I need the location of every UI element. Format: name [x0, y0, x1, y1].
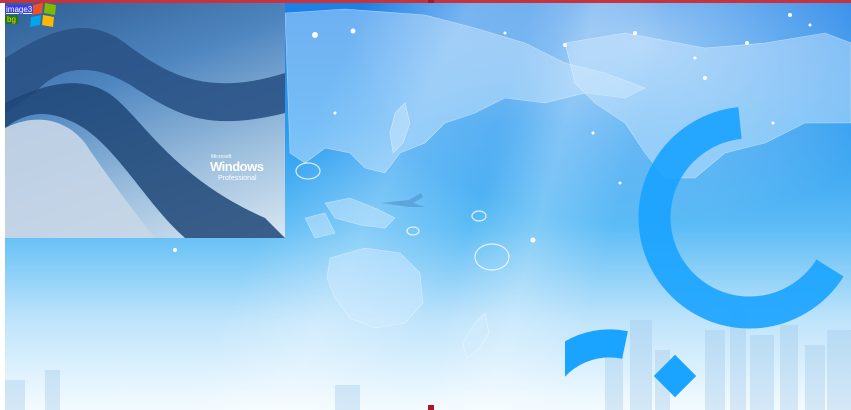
image-link[interactable]: image3 [5, 5, 34, 14]
bg-badge: bg [5, 15, 18, 24]
logo-graphic [565, 107, 844, 398]
xp-edition-text: Professional [218, 175, 257, 182]
embedded-image-xp-wallpaper[interactable]: Microsoft Windows Professional [5, 3, 285, 238]
bottom-center-marker [428, 405, 434, 410]
xp-brand-text: Windows [210, 159, 264, 174]
